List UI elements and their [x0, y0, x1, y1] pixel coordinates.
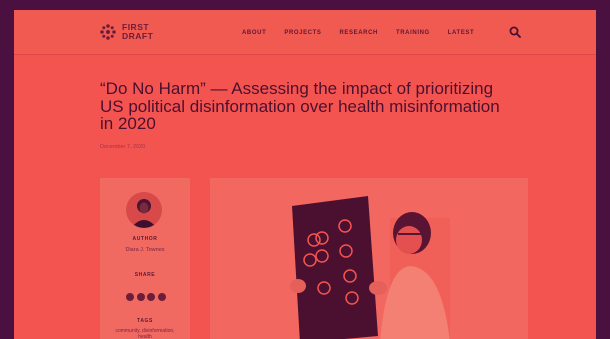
author-avatar[interactable] — [126, 192, 162, 228]
email-icon[interactable] — [157, 293, 166, 301]
nav-about[interactable]: ABOUT — [242, 30, 266, 36]
nav-projects[interactable]: PROJECTS — [284, 30, 321, 36]
nav-latest[interactable]: LATEST — [448, 30, 475, 36]
logo-mark-icon — [100, 24, 116, 40]
facebook-icon[interactable] — [126, 293, 134, 301]
twitter-icon[interactable] — [136, 293, 145, 301]
article-sidebar: AUTHOR Diara J. Townes SHARE TAGS commun… — [100, 178, 190, 339]
hero-image — [210, 178, 528, 339]
share-label: SHARE — [134, 272, 156, 278]
author-label: AUTHOR — [132, 236, 158, 242]
logo-line-2: DRAFT — [122, 31, 154, 41]
search-icon[interactable] — [509, 26, 521, 38]
nav-training[interactable]: TRAINING — [396, 30, 430, 36]
page-frame: FIRST DRAFT ABOUT PROJECTS RESEARCH TRAI… — [14, 10, 596, 339]
author-name[interactable]: Diara J. Townes — [100, 247, 190, 253]
logo[interactable]: FIRST DRAFT — [100, 23, 162, 41]
main-nav: ABOUT PROJECTS RESEARCH TRAINING LATEST — [242, 30, 492, 36]
article-date: December 7, 2020 — [100, 144, 146, 150]
share-icons — [126, 293, 168, 301]
tags-list[interactable]: community, disinformation, health — [108, 328, 182, 339]
linkedin-icon[interactable] — [147, 293, 155, 301]
site-header: FIRST DRAFT ABOUT PROJECTS RESEARCH TRAI… — [14, 10, 596, 54]
nav-research[interactable]: RESEARCH — [340, 30, 378, 36]
logo-text: FIRST DRAFT — [122, 23, 162, 41]
tags-label: TAGS — [137, 318, 153, 324]
article-title: “Do No Harm” — Assessing the impact of p… — [100, 79, 500, 133]
